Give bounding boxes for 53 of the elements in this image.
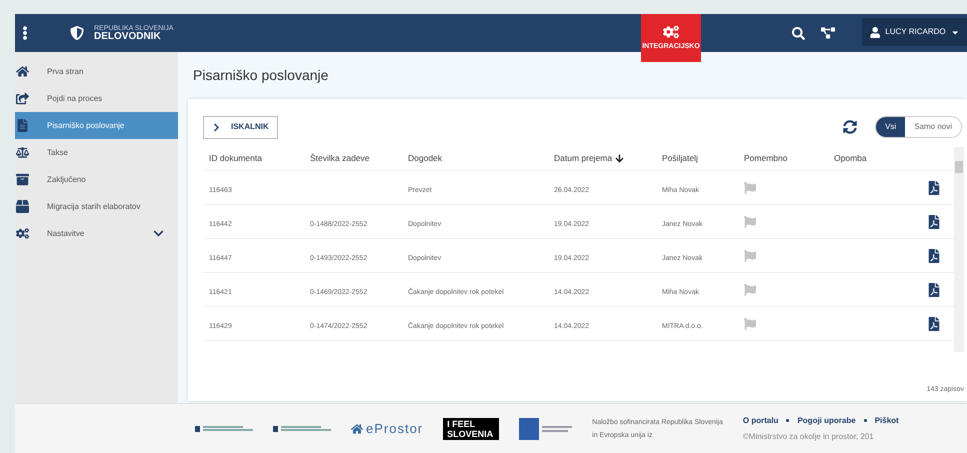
gears-icon bbox=[663, 24, 679, 40]
user-icon bbox=[870, 26, 880, 38]
column-header[interactable]: Pomembno bbox=[744, 152, 788, 165]
home-icon bbox=[16, 65, 29, 78]
column-header[interactable]: ID dokumenta bbox=[209, 152, 262, 165]
search-icon[interactable] bbox=[792, 27, 805, 40]
eprostor-logo[interactable]: eProstor bbox=[366, 418, 424, 438]
sidebar-item[interactable]: Zaključeno bbox=[15, 166, 178, 193]
refresh-icon[interactable] bbox=[843, 120, 858, 134]
column-header[interactable]: Datum prejema bbox=[554, 152, 612, 165]
footer-link[interactable]: Pogoji uporabe bbox=[797, 414, 856, 426]
ministry-logo[interactable] bbox=[195, 426, 253, 432]
eu-fund-logo[interactable] bbox=[519, 418, 572, 440]
footer-link[interactable]: Piškot bbox=[874, 414, 899, 426]
scrollbar[interactable] bbox=[954, 147, 964, 352]
sidebar-item[interactable]: Pojdi na proces bbox=[15, 85, 178, 112]
document-icon bbox=[16, 119, 29, 132]
chevron-right-icon bbox=[212, 122, 221, 132]
pdf-icon[interactable] bbox=[928, 214, 940, 228]
sort-arrow-icon[interactable] bbox=[615, 154, 624, 163]
column-header[interactable]: Opomba bbox=[834, 152, 867, 165]
bullet-icon bbox=[786, 419, 790, 422]
box-icon bbox=[16, 200, 29, 213]
app-name: DELOVODNIK bbox=[94, 32, 162, 42]
pdf-icon[interactable] bbox=[928, 248, 940, 262]
pdf-icon[interactable] bbox=[928, 282, 940, 296]
network-icon[interactable] bbox=[821, 26, 835, 40]
copyright: ©Ministrstvo za okolje in prostor, 201 bbox=[742, 430, 875, 442]
scale-icon bbox=[16, 146, 29, 159]
sidebar-item[interactable]: Migracija starih elaboratov bbox=[15, 193, 178, 220]
bullet-icon bbox=[864, 419, 867, 422]
column-header[interactable]: Pošiljatelj bbox=[662, 152, 698, 165]
pdf-icon[interactable] bbox=[928, 316, 940, 330]
sidebar-item[interactable]: Nastavitve bbox=[15, 220, 178, 247]
sidebar-item[interactable]: Takse bbox=[15, 139, 178, 166]
i-feel-slovenia-logo[interactable]: I FEEL SLOVENIA bbox=[443, 418, 500, 440]
pdf-icon[interactable] bbox=[928, 180, 940, 194]
column-header[interactable]: Številka zadeve bbox=[310, 152, 370, 165]
user-menu-button[interactable]: LUCY RICARDO bbox=[862, 18, 967, 46]
page-title: Pisarniško poslovanje bbox=[193, 66, 328, 85]
filter-option[interactable]: Vsi bbox=[876, 117, 906, 137]
house-icon bbox=[351, 422, 363, 434]
footer-link[interactable]: O portalu bbox=[742, 414, 778, 426]
coat-of-arms-icon bbox=[70, 25, 84, 41]
ministry-logo[interactable] bbox=[273, 426, 331, 432]
archive-icon bbox=[16, 173, 29, 186]
share-icon bbox=[16, 92, 29, 105]
menu-icon[interactable] bbox=[20, 26, 30, 40]
chevron-down-icon[interactable] bbox=[153, 228, 164, 239]
column-header[interactable]: Dogodek bbox=[408, 152, 442, 165]
gears-icon bbox=[16, 227, 29, 240]
search-panel-button[interactable]: ISKALNIK bbox=[203, 116, 278, 138]
sidebar-item[interactable]: Prva stran bbox=[15, 58, 178, 85]
